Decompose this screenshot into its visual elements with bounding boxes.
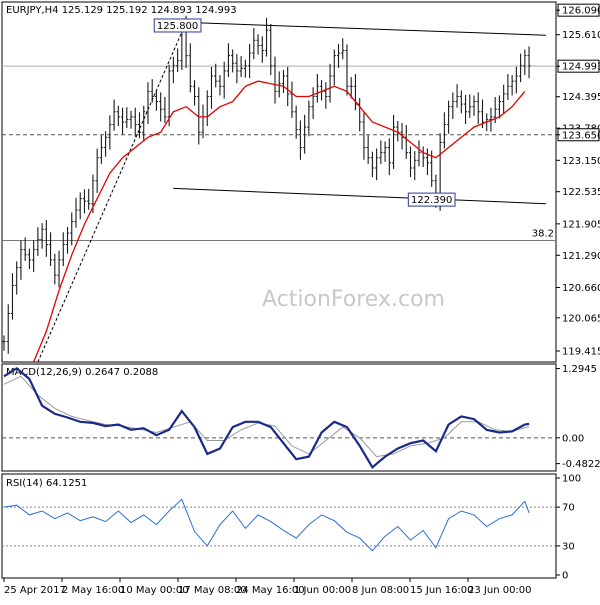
x-tick-label: 23 Jun 00:00 xyxy=(468,585,532,596)
price-title: EURJPY,H4 125.129 125.192 124.893 124.99… xyxy=(6,5,237,16)
y-tick-label: 121.290 xyxy=(562,251,600,262)
trendline xyxy=(173,187,547,205)
x-tick-label: 25 Apr 2017 xyxy=(4,585,66,596)
trendline xyxy=(186,21,547,36)
rsi-panel: RSI(14) 64.1251 xyxy=(1,473,557,579)
y-tick-label: 126.090 xyxy=(562,6,600,17)
macd-y-tick-label: 0.00 xyxy=(562,433,584,444)
trendline xyxy=(37,22,187,363)
x-tick-label: 2 May 16:00 xyxy=(62,585,124,596)
fib-label: 38.2 xyxy=(532,228,554,239)
chart-canvas: EURJPY,H4 125.129 125.192 124.893 124.99… xyxy=(1,1,600,596)
y-tick-label: 123.650 xyxy=(562,130,600,141)
macd-panel-frame xyxy=(1,363,557,472)
y-tick-label: 124.993 xyxy=(562,62,600,73)
y-tick-label: 123.150 xyxy=(562,156,600,167)
macd-y-tick-label: 1.2945 xyxy=(562,364,597,375)
y-tick-label: 120.065 xyxy=(562,313,600,324)
rsi-y-tick-label: 70 xyxy=(562,503,575,514)
rsi-panel-frame xyxy=(1,473,557,579)
y-tick-label: 125.610 xyxy=(562,30,600,41)
macd-panel: MACD(12,26,9) 0.2647 0.2088 xyxy=(1,363,557,472)
chart-root: EURJPY,H4 125.129 125.192 124.893 124.99… xyxy=(0,0,600,600)
y-tick-label: 122.535 xyxy=(562,187,600,198)
macd-line xyxy=(3,366,530,469)
rsi-y-tick-label: 100 xyxy=(562,474,581,485)
x-tick-label: 8 Jun 08:00 xyxy=(352,585,409,596)
x-tick-label: 15 Jun 16:00 xyxy=(410,585,474,596)
price-label: 122.390 xyxy=(411,195,452,206)
y-tick-label: 121.905 xyxy=(562,219,600,230)
price-panel: EURJPY,H4 125.129 125.192 124.893 124.99… xyxy=(1,1,557,363)
watermark: ActionForex.com xyxy=(262,287,445,312)
price-label: 125.800 xyxy=(157,21,198,32)
y-tick-label: 124.395 xyxy=(562,92,600,103)
macd-title: MACD(12,26,9) 0.2647 0.2088 xyxy=(6,367,158,378)
y-tick-label: 120.660 xyxy=(562,283,600,294)
rsi-title: RSI(14) 64.1251 xyxy=(6,478,87,489)
macd-signal-line xyxy=(3,375,530,458)
moving-average-line xyxy=(32,80,526,363)
rsi-y-tick-label: 0 xyxy=(562,571,568,582)
macd-y-tick-label: -0.4822 xyxy=(562,459,600,470)
rsi-y-tick-label: 30 xyxy=(562,541,575,552)
y-tick-label: 119.415 xyxy=(562,347,600,358)
x-tick-label: 1 Jun 00:00 xyxy=(294,585,351,596)
